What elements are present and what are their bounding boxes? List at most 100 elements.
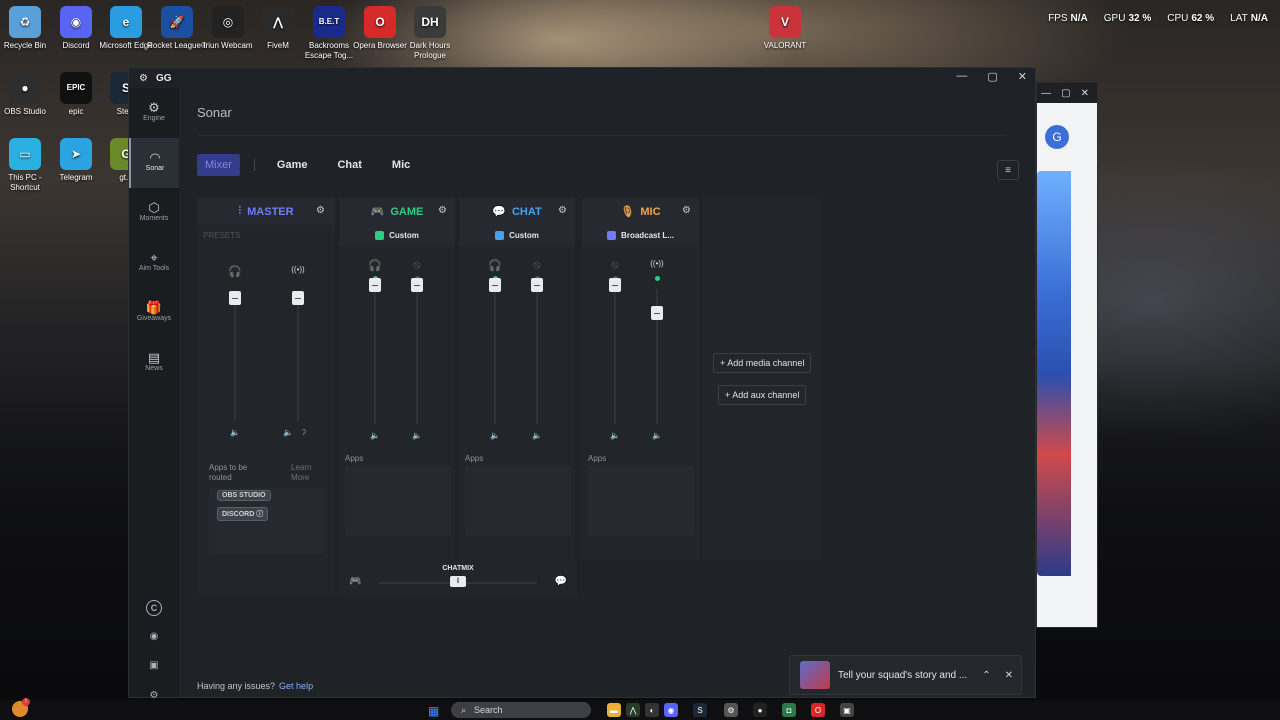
mic-settings-gear-icon[interactable]: ⚙ [682, 205, 691, 216]
steelseries-gg-icon[interactable]: ⚙ [724, 703, 738, 717]
app-chip-obs[interactable]: OBS STUDIO [217, 490, 271, 501]
notification-thumbnail [800, 661, 830, 689]
active-indicator [654, 276, 660, 281]
broadcast-off-icon: ⦸ [533, 259, 541, 271]
menu-button[interactable]: ≡ [997, 160, 1019, 180]
background-browser-window[interactable]: — ▢ ✕ G [1036, 82, 1098, 628]
lat-stat: LAT N/A [1230, 13, 1268, 24]
close-icon[interactable]: ✕ [1081, 88, 1089, 99]
chatmix-handle[interactable]: ‖ [450, 576, 466, 587]
master-body: 🎧 🔈 ((•)) 🔈 ʔ Apps to be routed Learn Mo… [197, 245, 335, 595]
add-aux-channel-button[interactable]: + Add aux channel [718, 385, 807, 405]
volume-knob[interactable] [229, 291, 241, 305]
feedback-icon[interactable]: ▣ [129, 660, 179, 671]
master-presets: PRESETS [197, 225, 335, 245]
opera-icon[interactable]: O [811, 703, 825, 717]
gg-logo-icon: ⚙ [139, 72, 148, 84]
volume-knob[interactable] [651, 306, 663, 320]
app-icon: V [769, 6, 801, 38]
steam-icon[interactable]: S [693, 703, 707, 717]
app-icon[interactable]: ▣ [840, 703, 854, 717]
app-icon: ♻ [9, 6, 41, 38]
taskbar-search[interactable]: ⌕ Search [451, 702, 591, 718]
mute-icon[interactable]: 🔈 [411, 431, 423, 440]
close-button[interactable]: ✕ [1018, 70, 1027, 83]
fivem-icon[interactable]: ⋀ [626, 703, 640, 717]
sidebar-item-label: Giveaways [136, 314, 172, 322]
master-settings-gear-icon[interactable]: ⚙ [316, 205, 325, 216]
app-icon: ◎ [212, 6, 244, 38]
mute-icon[interactable]: 🔈 [531, 431, 543, 440]
maximize-icon[interactable]: ▢ [1061, 88, 1070, 99]
mic-monitor-fader: ⦸ 🔈 [605, 259, 625, 440]
mic-listen-icon[interactable]: ʔ [298, 428, 310, 437]
mic-preset-selector[interactable]: Broadcast L... [582, 225, 699, 245]
mic-title: MIC [640, 205, 661, 218]
desktop-icon-valorant[interactable]: V VALORANT [755, 6, 815, 51]
notification-toast[interactable]: Tell your squad's story and ... ⌃ ✕ [789, 655, 1022, 695]
mute-icon[interactable]: 🔈 [489, 431, 501, 440]
tab-chat[interactable]: Chat [329, 154, 369, 176]
sidebar-item-engine[interactable]: ⚙ Engine [129, 88, 179, 138]
profile-c-icon[interactable]: C [129, 600, 179, 616]
app-icon[interactable]: ◐ [645, 703, 659, 717]
mute-icon[interactable]: 🔈 [282, 428, 294, 437]
volume-knob[interactable] [292, 291, 304, 305]
maximize-button[interactable]: ▢ [987, 70, 997, 83]
minimize-button[interactable]: — [956, 70, 967, 83]
game-preset-selector[interactable]: Custom [339, 225, 455, 245]
game-apps-box [345, 466, 451, 536]
discord-icon[interactable]: ◉ [664, 703, 678, 717]
app-icon: B.E.T [313, 6, 345, 38]
learn-more-link[interactable]: Learn More [291, 463, 321, 483]
volume-knob[interactable] [609, 278, 621, 292]
app-icon: ◉ [60, 6, 92, 38]
volume-knob[interactable] [411, 278, 423, 292]
microphone-icon: 🎙 [620, 206, 635, 218]
performance-overlay: FPS N/A GPU 32 % CPU 62 % LAT N/A [1048, 13, 1268, 24]
gift-icon: 🎁 [145, 299, 163, 315]
tab-divider [253, 159, 255, 171]
get-help-link[interactable]: Get help [279, 681, 313, 691]
game-settings-gear-icon[interactable]: ⚙ [438, 205, 447, 216]
desktop-icon-dark-hours-prologue[interactable]: DH Dark Hours Prologue [400, 6, 460, 61]
windows-start-icon[interactable]: ▦ [428, 704, 439, 718]
channel-mic: 🎙 MIC ⚙ Broadcast L... ⦸ 🔈 ((•)) 🔈 Apps [582, 198, 699, 560]
tab-mic[interactable]: Mic [384, 154, 418, 176]
tab-mixer[interactable]: Mixer [197, 154, 240, 176]
volume-knob[interactable] [531, 278, 543, 292]
sidebar-item-aim-tools[interactable]: ⌖ Aim Tools [129, 238, 179, 288]
tab-game[interactable]: Game [269, 154, 316, 176]
add-media-channel-button[interactable]: + Add media channel [713, 353, 812, 373]
chat-settings-gear-icon[interactable]: ⚙ [558, 205, 567, 216]
app-icon[interactable]: ◘ [782, 703, 796, 717]
chat-preset-selector[interactable]: Custom [459, 225, 575, 245]
volume-knob[interactable] [489, 278, 501, 292]
profile-avatar[interactable]: G [1045, 125, 1069, 149]
bg-window-titlebar: — ▢ ✕ [1037, 83, 1097, 103]
master-title: MASTER [247, 205, 294, 218]
close-icon[interactable]: ✕ [1005, 670, 1013, 681]
crosshair-icon: ⌖ [150, 249, 158, 265]
volume-knob[interactable] [369, 278, 381, 292]
minimize-icon[interactable]: — [1041, 88, 1051, 99]
file-explorer-icon[interactable]: ▬ [607, 703, 621, 717]
fps-stat: FPS N/A [1048, 13, 1088, 24]
sidebar-item-news[interactable]: ▤ News [129, 338, 179, 388]
discord-icon[interactable]: ◉ [129, 631, 179, 642]
app-chip-discord[interactable]: DISCORD ⓘ [217, 507, 269, 521]
apps-label: Apps [345, 454, 364, 463]
mute-icon[interactable]: 🔈 [609, 431, 621, 440]
sidebar-item-giveaways[interactable]: 🎁 Giveaways [129, 288, 179, 338]
obs-icon[interactable]: ● [753, 703, 767, 717]
mute-icon[interactable]: 🔈 [229, 428, 241, 437]
sidebar-item-moments[interactable]: ⬡ Moments [129, 188, 179, 238]
chevron-up-icon[interactable]: ⌃ [982, 670, 990, 681]
channel-chat: 💬 CHAT ⚙ Custom 🎧 🔈 ⦸ 🔈 Apps [459, 198, 575, 560]
sidebar-item-sonar[interactable]: ◠ Sonar [129, 138, 179, 188]
mute-icon[interactable]: 🔈 [651, 431, 663, 440]
mute-icon[interactable]: 🔈 [369, 431, 381, 440]
divider [197, 135, 1005, 136]
chat-title: CHAT [511, 205, 542, 218]
app-icon: ● [9, 72, 41, 104]
